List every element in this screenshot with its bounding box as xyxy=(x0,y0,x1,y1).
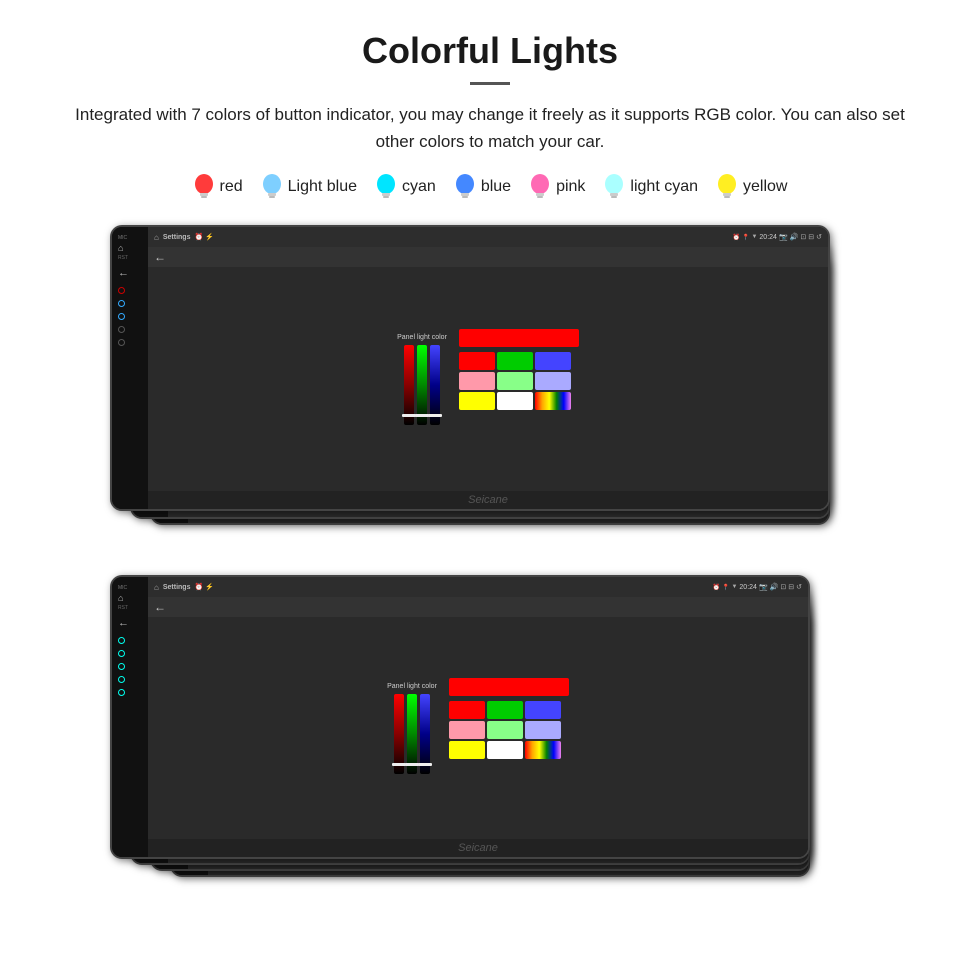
color-label-pink: pink xyxy=(556,178,585,196)
color-label-cyan: cyan xyxy=(402,178,436,196)
color-item-red: red xyxy=(193,173,243,201)
device-main-bottom: ⌂ Settings ⏰ ⚡ ⏰ 📍 ▼ 20:24 📷 xyxy=(148,577,808,857)
device-group-bottom: MIC ⌂ RST ← ⏻ 🔔 ↺ 🔉 ⚙ xyxy=(110,575,870,885)
slider-green-top[interactable] xyxy=(417,345,427,425)
color-label-red: red xyxy=(220,178,243,196)
time-display-bottom: 20:24 xyxy=(739,584,757,591)
page-title: Colorful Lights xyxy=(40,30,940,72)
device-group-top: MIC ⌂ RST ← ⏻ 🔔 ↺ 🔉 ⚙ xyxy=(110,225,870,545)
swatch-lightgreen[interactable] xyxy=(497,372,533,390)
swatch-rainbow[interactable] xyxy=(535,392,571,410)
color-label-lightblue: Light blue xyxy=(288,178,357,196)
bulb-icon-blue xyxy=(454,173,476,201)
swatches-area-top xyxy=(459,329,579,430)
watermark-top: Seicane xyxy=(148,491,828,509)
bulb-icon-red xyxy=(193,173,215,201)
swatch-bot-lightblue[interactable] xyxy=(525,721,561,739)
swatch-lightblue[interactable] xyxy=(535,372,571,390)
color-row: red Light blue cyan xyxy=(40,173,940,201)
watermark-bottom: Seicane xyxy=(148,839,808,857)
device-main-top: ⌂ Settings ⏰ ⚡ ⏰ 📍 ▼ 20:24 📷 xyxy=(148,227,828,509)
slider-blue-bottom[interactable] xyxy=(420,694,430,774)
picker-area-bottom: Panel light color xyxy=(387,683,437,774)
swatch-bot-blue[interactable] xyxy=(525,701,561,719)
picker-area-top: Panel light color xyxy=(397,334,447,425)
panel-light-label-top: Panel light color xyxy=(397,334,447,341)
swatch-pink[interactable] xyxy=(459,372,495,390)
swatch-bot-green[interactable] xyxy=(487,701,523,719)
color-item-yellow: yellow xyxy=(716,173,787,201)
slider-red-bottom[interactable] xyxy=(394,694,404,774)
device-front-top: MIC ⌂ RST ← xyxy=(110,225,830,511)
color-item-lightcyan: light cyan xyxy=(603,173,698,201)
bulb-icon-lightblue xyxy=(261,173,283,201)
devices-section: MIC ⌂ RST ← ⏻ 🔔 ↺ 🔉 ⚙ xyxy=(40,225,940,885)
device-topbar-bottom: ⌂ Settings ⏰ ⚡ ⏰ 📍 ▼ 20:24 📷 xyxy=(148,577,808,597)
swatch-bot-red[interactable] xyxy=(449,701,485,719)
swatch-bot-rainbow[interactable] xyxy=(525,741,561,759)
bulb-icon-lightcyan xyxy=(603,173,625,201)
sliders-row-top xyxy=(404,345,440,425)
settings-title-top: Settings xyxy=(163,234,191,241)
device-topbar-top: ⌂ Settings ⏰ ⚡ ⏰ 📍 ▼ 20:24 📷 xyxy=(148,227,828,247)
swatches-area-bottom xyxy=(449,678,569,779)
swatch-preview-bottom xyxy=(449,678,569,696)
swatch-blue[interactable] xyxy=(535,352,571,370)
bulb-icon-cyan xyxy=(375,173,397,201)
swatch-white[interactable] xyxy=(497,392,533,410)
topbar-right-top: ⏰ 📍 ▼ 20:24 📷 🔊 ⊡ ⊟ ↺ xyxy=(732,233,822,241)
page-container: Colorful Lights Integrated with 7 colors… xyxy=(0,0,980,925)
sliders-row-bottom xyxy=(394,694,430,774)
swatch-red[interactable] xyxy=(459,352,495,370)
slider-blue-top[interactable] xyxy=(430,345,440,425)
swatch-bot-yellow[interactable] xyxy=(449,741,485,759)
page-subtitle: Integrated with 7 colors of button indic… xyxy=(40,101,940,155)
color-label-lightcyan: light cyan xyxy=(630,178,698,196)
color-item-cyan: cyan xyxy=(375,173,436,201)
color-item-pink: pink xyxy=(529,173,585,201)
panel-light-label-bottom: Panel light color xyxy=(387,683,437,690)
slider-green-bottom[interactable] xyxy=(407,694,417,774)
device-inner-bottom: MIC ⌂ RST ← xyxy=(112,577,808,857)
device-stack-bottom: MIC ⌂ RST ← ⏻ 🔔 ↺ 🔉 ⚙ xyxy=(110,575,870,885)
device-front-bottom: MIC ⌂ RST ← xyxy=(110,575,810,859)
swatch-grid-top xyxy=(459,352,579,430)
settings-title-bottom: Settings xyxy=(163,584,191,591)
color-item-lightblue: Light blue xyxy=(261,173,357,201)
device-sidebar-bottom: MIC ⌂ RST ← xyxy=(112,577,148,857)
back-button-top[interactable]: ← xyxy=(154,250,166,264)
swatch-bot-white[interactable] xyxy=(487,741,523,759)
swatch-grid-bottom xyxy=(449,701,569,779)
time-display-top: 20:24 xyxy=(759,234,777,241)
swatch-yellow[interactable] xyxy=(459,392,495,410)
device-sidebar-top: MIC ⌂ RST ← xyxy=(112,227,148,509)
swatch-green[interactable] xyxy=(497,352,533,370)
device-stack-top: MIC ⌂ RST ← ⏻ 🔔 ↺ 🔉 ⚙ xyxy=(110,225,870,535)
bulb-icon-pink xyxy=(529,173,551,201)
slider-red-top[interactable] xyxy=(404,345,414,425)
back-button-bottom[interactable]: ← xyxy=(154,600,166,614)
color-item-blue: blue xyxy=(454,173,511,201)
color-label-yellow: yellow xyxy=(743,178,787,196)
device-content-top: Panel light color xyxy=(148,267,828,491)
swatch-bot-pink[interactable] xyxy=(449,721,485,739)
swatch-preview-top xyxy=(459,329,579,347)
topbar-right-bottom: ⏰ 📍 ▼ 20:24 📷 🔊 ⊡ ⊟ ↺ xyxy=(712,583,802,591)
device-inner-top: MIC ⌂ RST ← xyxy=(112,227,828,509)
swatch-bot-lightgreen[interactable] xyxy=(487,721,523,739)
title-divider xyxy=(470,82,510,85)
color-label-blue: blue xyxy=(481,178,511,196)
bulb-icon-yellow xyxy=(716,173,738,201)
device-content-bottom: Panel light color xyxy=(148,617,808,839)
